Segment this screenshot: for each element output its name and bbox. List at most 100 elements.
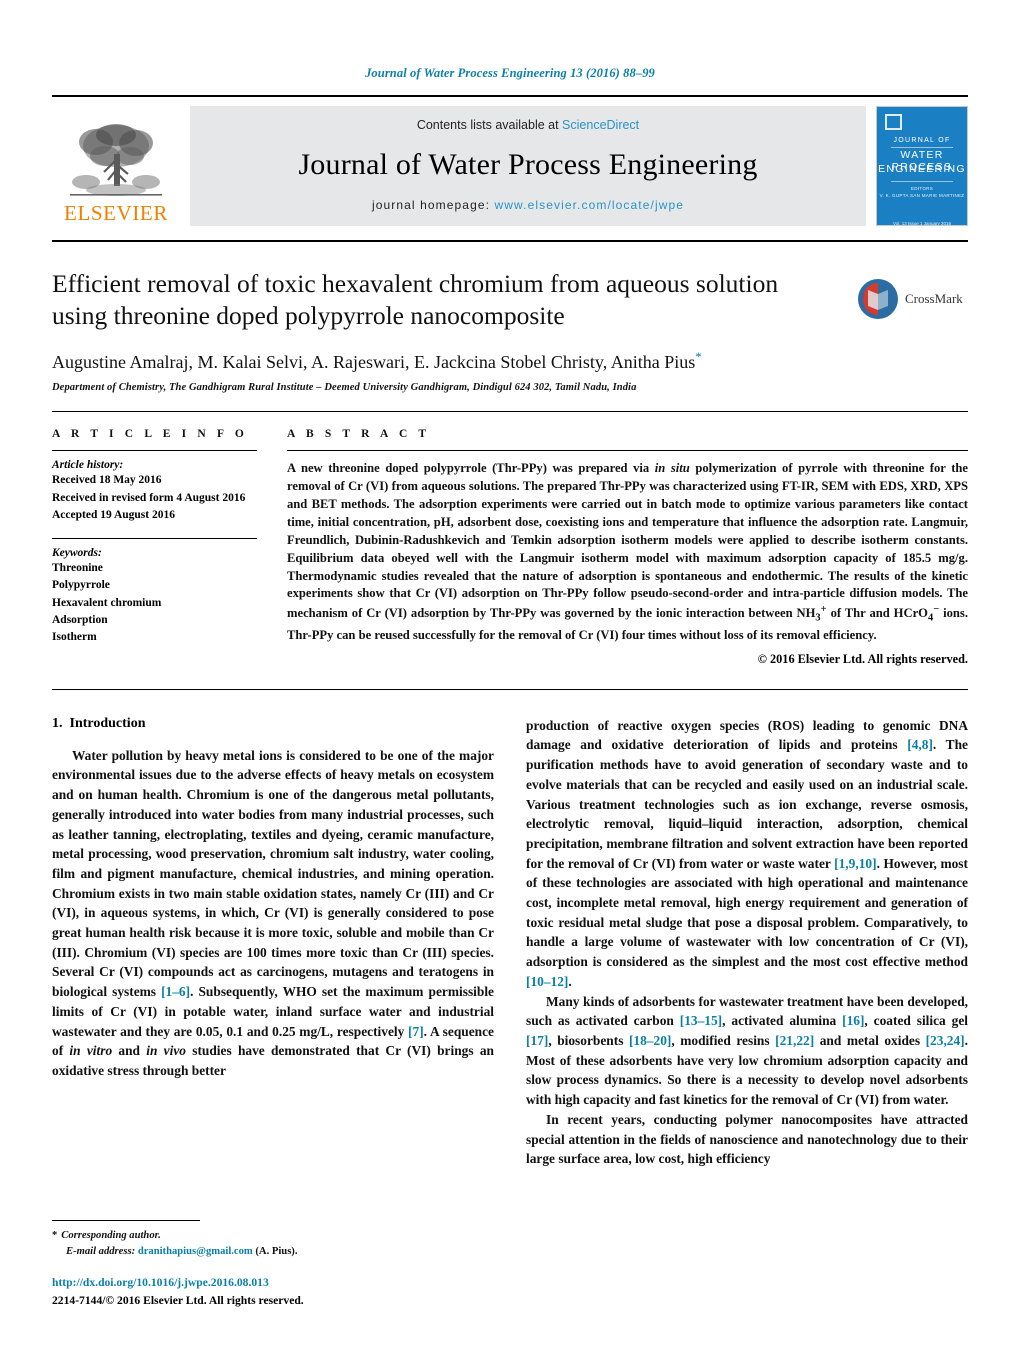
cover-footer: Vol. 13 Issue 1 January 2016 [892,221,952,226]
article-info-rule [52,450,257,452]
citation-link[interactable]: [23,24] [926,1033,965,1048]
email-note: E-mail address: dranithapius@gmail.com (… [52,1244,484,1259]
intro-right1-t3: . However, most of these technologies ar… [526,855,968,970]
footnote-block: * Corresponding author. E-mail address: d… [52,1220,484,1259]
corresponding-author-note: * Corresponding author. [52,1228,484,1243]
sciencedirect-link[interactable]: ScienceDirect [562,118,639,132]
abstract-column: A B S T R A C T A new threonine doped po… [287,428,968,666]
journal-homepage-line: journal homepage: www.elsevier.com/locat… [372,198,684,212]
affiliation: Department of Chemistry, The Gandhigram … [52,382,637,394]
abstract-copyright: © 2016 Elsevier Ltd. All rights reserved… [757,651,968,666]
citation-link[interactable]: [1–6] [161,984,190,999]
intro-right1-t1: production of reactive oxygen species (R… [526,717,968,753]
article-info-column: A R T I C L E I N F O Article history: R… [52,428,287,666]
keyword-item: Hexavalent chromium [52,596,162,609]
contents-prefix: Contents lists available at [416,118,563,132]
citation-link[interactable]: [16] [842,1013,864,1028]
citation-link[interactable]: [4,8] [907,737,933,752]
journal-homepage-link[interactable]: www.elsevier.com/locate/jwpe [495,198,685,212]
citation-link[interactable]: [10–12] [526,974,568,989]
intro-right1-t4: . [568,973,572,989]
elsevier-wordmark: ELSEVIER [64,201,168,225]
author-names: Augustine Amalraj, M. Kalai Selvi, A. Ra… [52,352,696,373]
journal-cover-thumbnail: JOURNAL OF WATER PROCESS ENGINEERING EDI… [876,106,968,226]
abstract-insitu: in situ [654,461,690,476]
citation-link[interactable]: [18–20] [629,1033,671,1048]
title-block: Efficient removal of toxic hexavalent ch… [52,268,968,393]
article-history-heading: Article history: [52,459,124,472]
intro-left-t4: and [112,1043,147,1059]
article-history-revised: Received in revised form 4 August 2016 [52,491,246,504]
cover-editors-label: EDITORS [910,186,934,191]
intro-right2-t4: , biosorbents [548,1032,629,1048]
email-link[interactable]: dranithapius@gmail.com [138,1246,253,1257]
masthead-bottom-rule [52,240,968,242]
body-column-right: production of reactive oxygen species (R… [526,716,968,1169]
footnote-rule [52,1220,200,1222]
crossmark-label: CrossMark [905,291,963,306]
intro-right2-t6: and metal oxides [814,1032,926,1048]
journal-masthead: ELSEVIER Contents lists available at Sci… [52,95,968,232]
intro-paragraph-right-3: In recent years, conducting polymer nano… [526,1110,968,1169]
section-title: Introduction [69,715,146,731]
author-list: Augustine Amalraj, M. Kalai Selvi, A. Ra… [52,349,968,373]
intro-left-invivo: in vivo [146,1043,186,1059]
citation-link[interactable]: [21,22] [775,1033,814,1048]
abstract-part-1: A new threonine doped polypyrrole (Thr-P… [287,461,655,476]
info-abstract-region: A R T I C L E I N F O Article history: R… [52,412,968,666]
issn-copyright-line: 2214-7144/© 2016 Elsevier Ltd. All right… [52,1293,304,1307]
elsevier-logo: ELSEVIER [52,106,180,226]
cover-rule-top [891,147,953,148]
corresponding-author-marker: * [695,349,702,365]
cover-badge-inner-icon [887,116,900,128]
keywords-heading: Keywords: [52,547,102,559]
citation-link[interactable]: [17] [526,1033,548,1048]
citation-link[interactable]: [13–15] [680,1013,722,1028]
section-number: 1. [52,715,63,731]
intro-paragraph-right-2: Many kinds of adsorbents for wastewater … [526,992,968,1110]
footnote-star: * [52,1230,58,1242]
intro-right2-t5: , modified resins [671,1032,776,1048]
cover-editors: V. K. GUPTA SAN MARIE MARTINEZ [879,193,965,198]
body-columns: 1. Introduction Water pollution by heavy … [52,690,968,1169]
journal-title: Journal of Water Process Engineering [298,148,758,181]
email-suffix: (A. Pius). [255,1245,298,1257]
intro-paragraph-left: Water pollution by heavy metal ions is c… [52,746,494,1081]
keyword-item: Isotherm [52,631,97,643]
keywords-block: Keywords: Threonine Polypyrrole Hexavale… [52,538,257,646]
keywords-rule [52,538,257,539]
intro-left-invitro: in vitro [69,1043,113,1059]
running-head: Journal of Water Process Engineering 13 … [365,66,655,80]
article-info-heading: A R T I C L E I N F O [52,428,248,441]
keyword-item: Polypyrrole [52,579,110,592]
elsevier-tree-icon [70,124,162,196]
corresponding-author-label: Corresponding author. [61,1230,161,1242]
section-heading-introduction: 1. Introduction [52,716,494,732]
doi-link[interactable]: http://dx.doi.org/10.1016/j.jwpe.2016.08… [52,1274,304,1291]
cover-rule-bottom [891,181,953,182]
cover-line-3: ENGINEERING [878,163,966,175]
article-title: Efficient removal of toxic hexavalent ch… [52,269,779,331]
article-history-accepted: Accepted 19 August 2016 [52,508,175,521]
abstract-part-2: polymerization of pyrrole with threonine… [287,461,968,621]
doi-block: http://dx.doi.org/10.1016/j.jwpe.2016.08… [52,1274,304,1309]
abstract-text: A new threonine doped polypyrrole (Thr-P… [287,460,968,644]
paper-page: Journal of Water Process Engineering 13 … [0,0,1020,1351]
citation-link[interactable]: [1,9,10] [834,856,876,871]
journal-band: Contents lists available at ScienceDirec… [190,106,866,226]
contents-available-line: Contents lists available at ScienceDirec… [417,118,639,132]
abstract-rule [287,450,968,452]
intro-right2-t3: , coated silica gel [864,1013,968,1029]
article-history-received: Received 18 May 2016 [52,474,162,487]
keyword-item: Threonine [52,562,103,574]
cover-line-1: JOURNAL OF [893,137,951,144]
citation-link[interactable]: [7] [408,1024,424,1039]
crossmark-icon [858,279,898,319]
crossmark-badge[interactable]: CrossMark [856,274,968,324]
email-label: E-mail address: [66,1245,136,1257]
homepage-prefix: journal homepage: [371,198,495,212]
abstract-heading: A B S T R A C T [287,428,431,441]
intro-right1-t2: . The purification methods have to avoid… [526,737,968,871]
body-column-left: 1. Introduction Water pollution by heavy … [52,716,494,1169]
intro-paragraph-right-1: production of reactive oxygen species (R… [526,716,968,992]
